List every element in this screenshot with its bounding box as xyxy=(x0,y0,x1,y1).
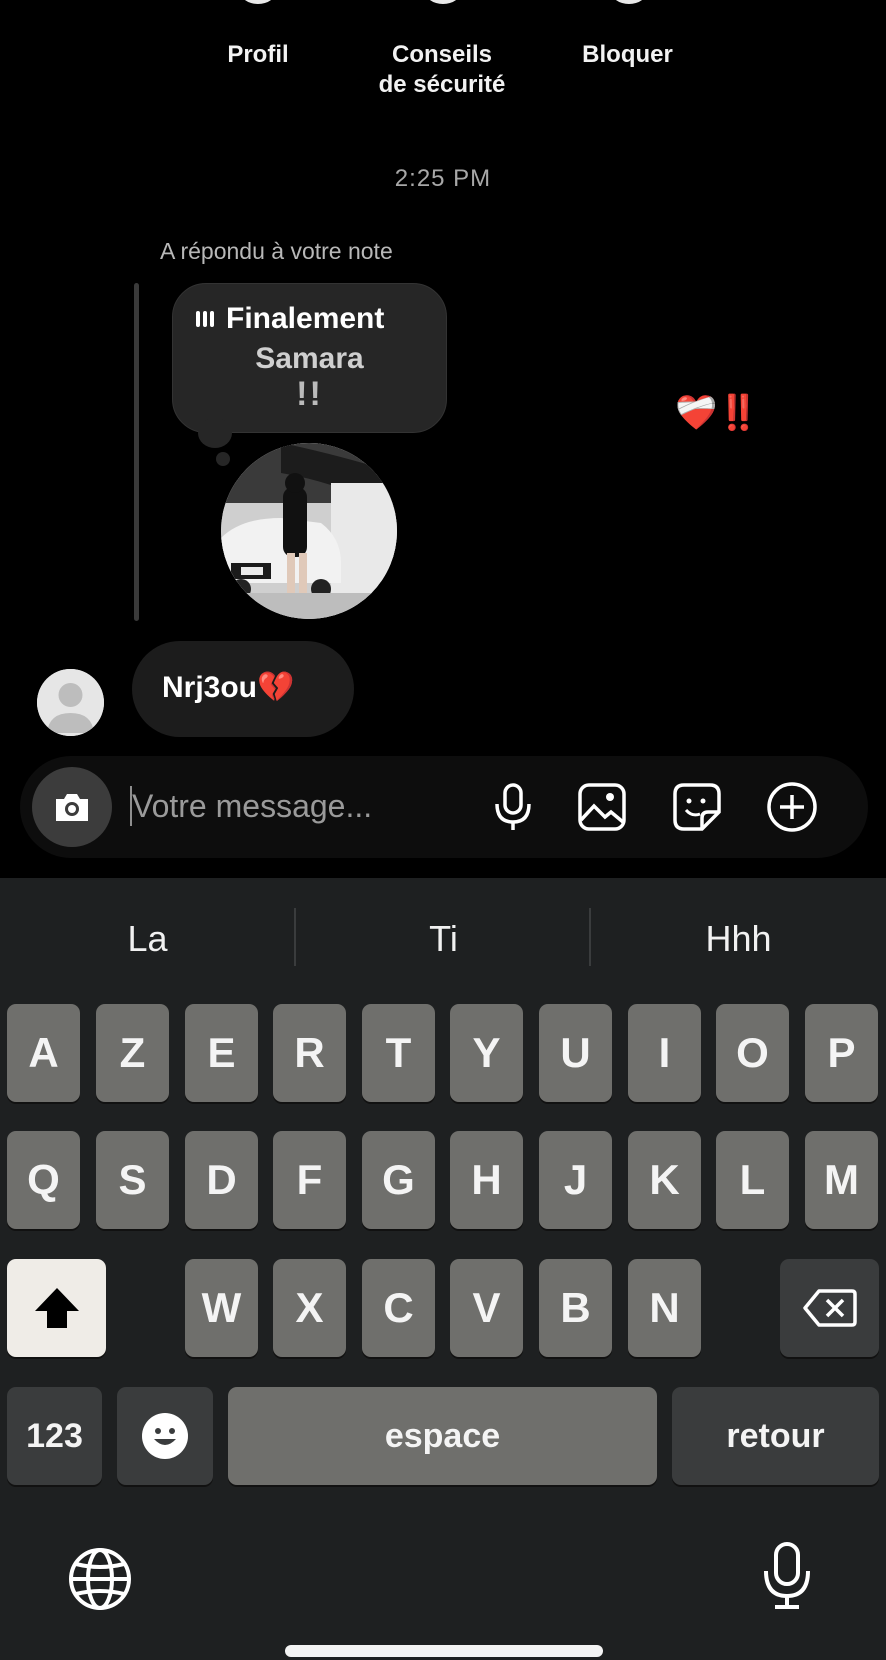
key-t[interactable]: T xyxy=(362,1004,435,1102)
shift-key[interactable] xyxy=(7,1259,106,1357)
emoji-icon xyxy=(142,1413,188,1459)
space-key[interactable]: espace xyxy=(228,1387,657,1485)
key-j[interactable]: J xyxy=(539,1131,612,1229)
key-g[interactable]: G xyxy=(362,1131,435,1229)
key-n[interactable]: N xyxy=(628,1259,701,1357)
music-bars-icon xyxy=(196,311,214,327)
safety-tips-label-line1: Conseils xyxy=(391,41,493,68)
profile-icon[interactable] xyxy=(240,0,276,4)
key-r[interactable]: R xyxy=(273,1004,346,1102)
key-y[interactable]: Y xyxy=(450,1004,523,1102)
camera-icon xyxy=(56,794,88,821)
block-icon[interactable] xyxy=(611,0,647,4)
key-h[interactable]: H xyxy=(450,1131,523,1229)
gallery-icon[interactable] xyxy=(575,780,629,834)
suggestion-2[interactable]: Ti xyxy=(296,918,591,960)
reaction[interactable]: ❤️‍🩹‼️ xyxy=(675,393,760,433)
key-p[interactable]: P xyxy=(805,1004,878,1102)
reply-bar xyxy=(134,283,139,621)
return-key[interactable]: retour xyxy=(672,1387,879,1485)
key-d[interactable]: D xyxy=(185,1131,258,1229)
key-a[interactable]: A xyxy=(7,1004,80,1102)
thread-actions: Profil Conseils de sécurité Bloquer xyxy=(0,40,886,110)
safety-icon[interactable] xyxy=(425,0,461,4)
note-title: Finalement xyxy=(196,302,384,336)
key-z[interactable]: Z xyxy=(96,1004,169,1102)
backspace-icon xyxy=(802,1289,857,1327)
sticker-icon[interactable] xyxy=(670,780,724,834)
microphone-icon[interactable] xyxy=(486,780,540,834)
note-bubble-tail xyxy=(198,418,232,448)
note-extra: !! xyxy=(296,375,323,413)
key-u[interactable]: U xyxy=(539,1004,612,1102)
emoji-key[interactable] xyxy=(117,1387,213,1485)
message-text: Nrj3ou💔 xyxy=(162,671,295,704)
home-indicator[interactable] xyxy=(285,1645,603,1657)
key-f[interactable]: F xyxy=(273,1131,346,1229)
suggestion-1[interactable]: La xyxy=(0,918,295,960)
numbers-key[interactable]: 123 xyxy=(7,1387,102,1485)
safety-tips-button[interactable]: Conseils de sécurité xyxy=(352,40,532,100)
profile-button[interactable]: Profil xyxy=(198,40,318,70)
message-timestamp: 2:25 PM xyxy=(394,165,492,192)
note-subtitle: Samara xyxy=(255,342,364,375)
message-input[interactable] xyxy=(132,784,432,828)
note-author-photo[interactable] xyxy=(221,443,397,619)
globe-icon[interactable] xyxy=(65,1544,135,1614)
text-caret xyxy=(130,786,132,826)
key-s[interactable]: S xyxy=(96,1131,169,1229)
key-l[interactable]: L xyxy=(716,1131,789,1229)
key-x[interactable]: X xyxy=(273,1259,346,1357)
reply-label: A répondu à votre note xyxy=(160,238,393,264)
key-c[interactable]: C xyxy=(362,1259,435,1357)
safety-tips-label-line2: de sécurité xyxy=(378,71,506,98)
key-m[interactable]: M xyxy=(805,1131,878,1229)
shift-icon xyxy=(34,1288,79,1328)
suggestion-bar: La Ti Hhh xyxy=(0,878,886,1003)
note-bubble-tail-dot xyxy=(216,452,230,466)
note-title-text: Finalement xyxy=(226,302,385,335)
key-q[interactable]: Q xyxy=(7,1131,80,1229)
block-label: Bloquer xyxy=(582,41,673,68)
avatar[interactable] xyxy=(37,669,104,736)
key-e[interactable]: E xyxy=(185,1004,258,1102)
camera-button[interactable] xyxy=(32,767,112,847)
key-b[interactable]: B xyxy=(539,1259,612,1357)
key-w[interactable]: W xyxy=(185,1259,258,1357)
profile-label: Profil xyxy=(227,41,289,68)
block-button[interactable]: Bloquer xyxy=(565,40,690,70)
plus-icon[interactable] xyxy=(765,780,819,834)
suggestion-3[interactable]: Hhh xyxy=(591,918,886,960)
key-o[interactable]: O xyxy=(716,1004,789,1102)
dictation-microphone-icon[interactable] xyxy=(752,1541,822,1611)
key-v[interactable]: V xyxy=(450,1259,523,1357)
key-i[interactable]: I xyxy=(628,1004,701,1102)
key-k[interactable]: K xyxy=(628,1131,701,1229)
backspace-key[interactable] xyxy=(780,1259,879,1357)
